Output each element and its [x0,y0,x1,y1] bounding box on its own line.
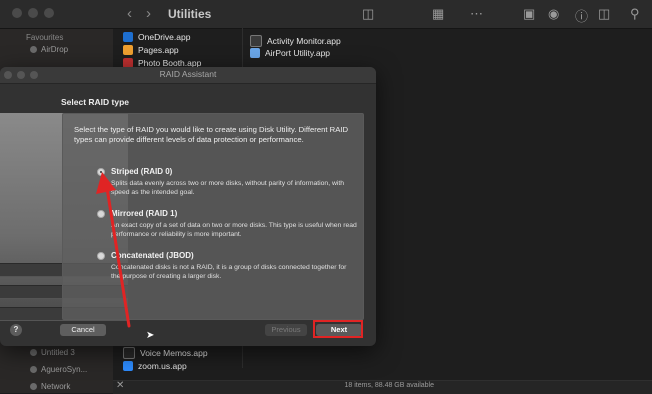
search-icon[interactable]: ⚲ [630,6,640,22]
onedrive-icon [123,32,133,42]
file-item[interactable]: Voice Memos.app [123,347,208,359]
option-title: Concatenated (JBOD) [111,251,194,260]
action-icon[interactable]: ⋯ [470,6,483,22]
radio-striped[interactable] [97,168,105,176]
status-bar: ✕ 18 items, 88.48 GB available [113,380,652,394]
option-title: Striped (RAID 0) [111,167,173,176]
file-item[interactable]: Pages.app [123,45,179,55]
forward-icon[interactable]: › [146,5,151,22]
option-title: Mirrored (RAID 1) [111,209,178,218]
airdrop-icon [30,46,37,54]
file-item[interactable]: zoom.us.app [123,361,187,371]
network-icon [30,383,37,391]
sidebar-heading: Favourites [26,33,64,42]
next-highlight-box [313,320,363,338]
radio-concatenated[interactable] [97,252,105,260]
cancel-button[interactable]: Cancel [60,324,106,336]
activity-monitor-icon [250,35,262,47]
intro-text: Select the type of RAID you would like t… [74,125,349,144]
window-controls [12,8,54,18]
voice-memos-icon [123,347,135,359]
trash-icon[interactable]: ◫ [598,6,610,22]
option-mirrored[interactable]: Mirrored (RAID 1) An exact copy of a set… [97,209,357,249]
raid-assistant-window: RAID Assistant Select RAID type Select t… [0,67,376,346]
option-striped[interactable]: Striped (RAID 0) Splits data evenly acro… [97,167,357,207]
mouse-cursor-icon: ➤ [146,330,155,341]
option-concatenated[interactable]: Concatenated (JBOD) Concatenated disks i… [97,251,357,291]
zoom-icon [123,361,133,371]
new-folder-icon[interactable]: ▣ [523,6,535,22]
minimize-button[interactable] [28,8,38,18]
back-icon[interactable]: ‹ [127,5,132,22]
raid-titlebar: RAID Assistant [0,67,376,84]
file-item[interactable]: AirPort Utility.app [250,48,330,58]
disk-icon [30,349,37,357]
file-item[interactable]: Activity Monitor.app [250,35,341,47]
column-view-icon[interactable]: ◫ [362,6,374,22]
airport-utility-icon [250,48,260,58]
window-title: RAID Assistant [159,69,217,79]
sidebar-item-network[interactable]: Network [30,382,70,391]
group-icon[interactable]: ▦ [432,6,444,22]
close-icon[interactable]: ✕ [116,380,124,391]
help-button[interactable]: ? [10,324,22,336]
option-description: Splits data evenly across two or more di… [111,180,345,196]
sidebar-item-untitled[interactable]: Untitled 3 [30,348,75,357]
previous-button[interactable]: Previous [265,324,307,336]
raid-type-panel: Select the type of RAID you would like t… [62,113,364,320]
finder-toolbar: ‹ › Utilities ◫ ▦ ⋯ ▣ ◉ ⓘ ◫ ⚲ [0,0,652,29]
sidebar-item-airdrop[interactable]: AirDrop [30,45,68,54]
option-description: Concatenated disks is not a RAID, it is … [111,264,347,280]
pages-icon [123,45,133,55]
zoom-button[interactable] [44,8,54,18]
close-button[interactable] [12,8,22,18]
status-text: 18 items, 88.48 GB available [344,382,435,389]
finder-title: Utilities [168,7,212,21]
radio-mirrored[interactable] [97,210,105,218]
info-icon[interactable]: ⓘ [575,6,588,25]
file-item[interactable]: OneDrive.app [123,32,190,42]
sidebar-item-agueroseyn[interactable]: AgueroSyn... [30,365,87,374]
quick-look-icon[interactable]: ◉ [548,6,559,22]
section-title: Select RAID type [61,97,130,107]
disk-icon [30,366,37,374]
option-description: An exact copy of a set of data on two or… [111,222,357,238]
